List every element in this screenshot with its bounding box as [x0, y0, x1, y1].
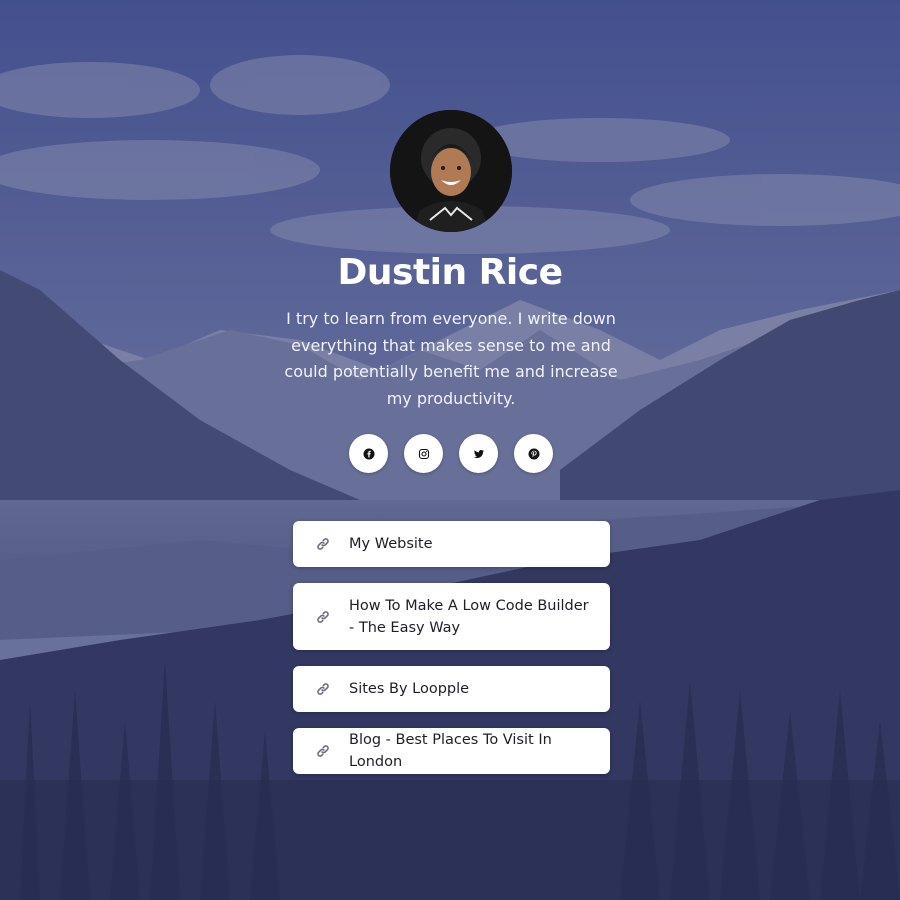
- instagram-button[interactable]: [404, 434, 443, 473]
- profile-page: Dustin Rice I try to learn from everyone…: [0, 0, 900, 900]
- link-icon: [315, 536, 333, 552]
- pinterest-icon: [528, 448, 539, 459]
- profile-name: Dustin Rice: [337, 252, 563, 293]
- link-icon: [315, 681, 333, 697]
- twitter-icon: [473, 449, 484, 458]
- link-card-my-website[interactable]: My Website: [293, 521, 610, 567]
- link-icon: [315, 743, 333, 759]
- link-label: Sites By Loopple: [349, 681, 470, 697]
- instagram-icon: [418, 448, 429, 459]
- pinterest-button[interactable]: [514, 434, 553, 473]
- link-label: Blog - Best Places To Visit In London: [349, 732, 552, 770]
- link-card-blog-london[interactable]: Blog - Best Places To Visit In London: [293, 728, 610, 774]
- social-links: [349, 434, 553, 473]
- link-list: My Website How To Make A Low Code Builde…: [293, 521, 610, 790]
- profile-bio: I try to learn from everyone. I write do…: [284, 309, 618, 408]
- link-label: My Website: [349, 536, 433, 552]
- link-card-low-code-builder[interactable]: How To Make A Low Code Builder - The Eas…: [293, 583, 610, 650]
- link-card-sites-by-loopple[interactable]: Sites By Loopple: [293, 666, 610, 712]
- link-icon: [315, 609, 333, 625]
- link-label: How To Make A Low Code Builder - The Eas…: [349, 597, 589, 636]
- twitter-button[interactable]: [459, 434, 498, 473]
- facebook-button[interactable]: [349, 434, 388, 473]
- avatar: [390, 110, 512, 232]
- facebook-icon: [363, 448, 374, 459]
